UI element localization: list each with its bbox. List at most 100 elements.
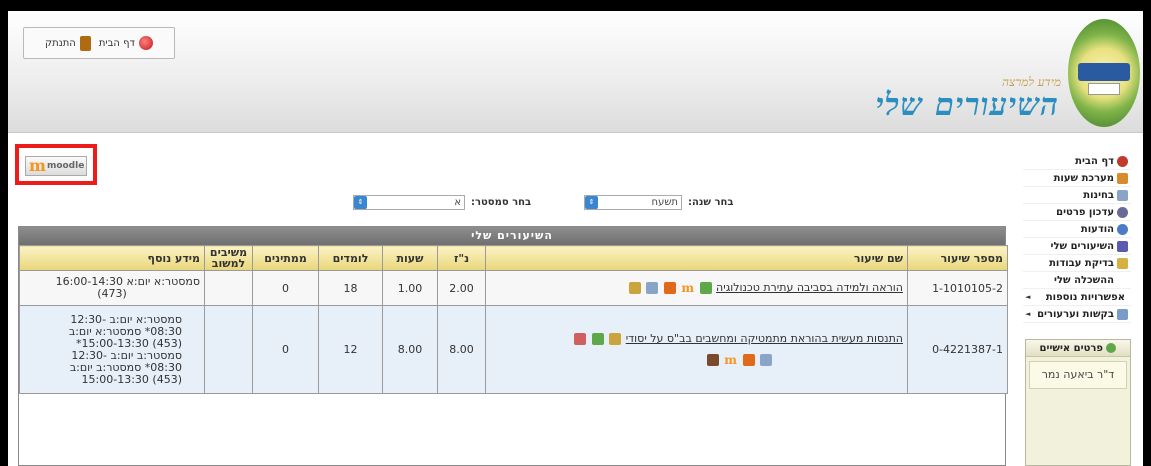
extra-line: סמסטר:ב יום:ב -12:30: [71, 348, 182, 362]
logo-band: [1078, 63, 1130, 81]
courses-table: מספר שיעור שם שיעור נ"ז שעות לומדים ממתי…: [19, 245, 1008, 394]
moodle-button[interactable]: m moodle: [25, 156, 87, 176]
extra-line: 08:30* סמסטר:ב יום:ב: [69, 360, 182, 374]
sidebar-item-requests[interactable]: בקשות וערעורים ◄: [1023, 306, 1131, 323]
extra-line: 08:30* סמסטר:א יום:ב: [68, 324, 182, 338]
col-respondents[interactable]: משיבים למשוב: [204, 245, 253, 271]
courses-panel: השיעורים שלי מספר שיעור שם שיעור נ"ז שעו…: [18, 226, 1008, 466]
page-header: דף הבית התנתק מידע למרצה השיעורים שלי: [8, 11, 1143, 133]
birds-feedback-icon[interactable]: [646, 282, 659, 294]
courses-icon: [1117, 240, 1128, 252]
col-students[interactable]: לומדים: [318, 245, 383, 271]
col-name[interactable]: שם שיעור: [485, 245, 908, 271]
remove-material-icon[interactable]: [574, 333, 587, 345]
cell-students: 18: [318, 270, 383, 306]
document-icon[interactable]: [628, 282, 641, 294]
semester-select-value: א: [454, 197, 461, 208]
sidebar-item-exams[interactable]: בחינות: [1023, 187, 1131, 204]
cell-name: התנסות מעשית בהוראת מתמטיקה ומחשבים בב"ס…: [485, 305, 908, 394]
app-window: דף הבית התנתק מידע למרצה השיעורים שלי m …: [8, 11, 1143, 466]
expand-arrow-icon: ◄: [1025, 310, 1031, 318]
col-credits[interactable]: נ"ז: [437, 245, 486, 271]
sidebar-item-label: אפשרויות נוספות: [1045, 291, 1125, 303]
college-logo: [1068, 19, 1140, 127]
sidebar-item-update-details[interactable]: עדכון פרטים: [1023, 204, 1131, 221]
moodle-label: moodle: [46, 161, 85, 171]
cell-number: 0-4221387-1: [907, 305, 1008, 394]
course-link[interactable]: התנסות מעשית בהוראת מתמטיקה ומחשבים בב"ס…: [626, 332, 903, 345]
cell-credits: 2.00: [437, 270, 486, 306]
table-row: 0-4221387-1 התנסות מעשית בהוראת מתמטיקה …: [19, 305, 1008, 394]
table-row: 1-1010105-2 הוראה ולמידה בסביבה עתירת טכ…: [19, 270, 1008, 306]
sidebar-item-messages[interactable]: הודעות: [1023, 221, 1131, 238]
cell-students: 12: [318, 305, 383, 394]
logout-link[interactable]: התנתק: [45, 35, 91, 51]
sidebar-item-label: בחינות: [1083, 189, 1114, 201]
document-icon[interactable]: [609, 333, 622, 345]
sidebar-item-schedule[interactable]: מערכת שעות: [1023, 170, 1131, 187]
person-icon: [1106, 343, 1117, 353]
lecturer-name: ד"ר ביאעה נמר: [1029, 361, 1127, 389]
cell-extra: סמסטר:א יום:א 16:00-14:30 (473): [19, 270, 205, 306]
year-filter: בחר שנה: תשעח ⇕: [584, 195, 733, 210]
sidebar-item-label: ההשכלה שלי: [1054, 274, 1114, 286]
cell-hours: 8.00: [382, 305, 438, 394]
students-icon[interactable]: [742, 354, 755, 366]
notebook-icon[interactable]: [706, 354, 719, 366]
sidebar-item-home[interactable]: דף הבית: [1023, 153, 1131, 170]
sidebar-item-label: הודעות: [1080, 223, 1114, 235]
add-material-icon[interactable]: [591, 333, 604, 345]
cell-respondents: [204, 270, 253, 306]
students-icon[interactable]: [663, 282, 676, 294]
sidebar-item-my-courses[interactable]: השיעורים שלי: [1023, 238, 1131, 255]
moodle-icon: m: [29, 156, 46, 175]
col-waiting[interactable]: ממתינים: [252, 245, 319, 271]
extra-line: (453) 15:00-13:30*: [76, 336, 182, 350]
requests-icon: [1117, 308, 1128, 320]
sidebar-item-grading[interactable]: בדיקת עבודות: [1023, 255, 1131, 272]
cell-number: 1-1010105-2: [907, 270, 1008, 306]
sidebar-item-label: השיעורים שלי: [1050, 240, 1114, 252]
pencil-icon: [1117, 257, 1128, 269]
semester-filter: בחר סמסטר: א ⇕: [353, 195, 531, 210]
logout-link-label: התנתק: [45, 37, 76, 49]
col-hours[interactable]: שעות: [382, 245, 438, 271]
select-arrows-icon: ⇕: [585, 196, 598, 209]
year-select[interactable]: תשעח ⇕: [584, 195, 682, 210]
course-link[interactable]: הוראה ולמידה בסביבה עתירת טכנולוגיה: [716, 281, 903, 294]
table-header-row: מספר שיעור שם שיעור נ"ז שעות לומדים ממתי…: [19, 245, 1008, 271]
col-extra[interactable]: מידע נוסף: [19, 245, 205, 271]
moodle-course-icon[interactable]: m: [681, 281, 694, 295]
col-number[interactable]: מספר שיעור: [907, 245, 1008, 271]
home-link[interactable]: דף הבית: [99, 36, 153, 50]
logo-book-icon: [1088, 83, 1120, 95]
birds-feedback-icon[interactable]: [760, 354, 772, 366]
semester-filter-label: בחר סמסטר:: [471, 197, 532, 208]
moodle-highlight: m moodle: [15, 144, 97, 185]
cell-name: הוראה ולמידה בסביבה עתירת טכנולוגיה m: [485, 270, 908, 306]
sidebar-nav: דף הבית מערכת שעות בחינות עדכון פרטים הו…: [1023, 153, 1131, 323]
personal-details-panel: פרטים אישיים ד"ר ביאעה נמר: [1025, 339, 1131, 466]
extra-line: (453) 15:00-13:30: [81, 372, 182, 386]
top-links-bar: דף הבית התנתק: [23, 27, 175, 59]
personal-details-title: פרטים אישיים: [1026, 340, 1130, 357]
cell-hours: 1.00: [382, 270, 438, 306]
page-title: השיעורים שלי: [875, 87, 1059, 123]
courses-table-title: השיעורים שלי: [19, 227, 1005, 245]
add-material-icon[interactable]: [699, 282, 712, 294]
exams-icon: [1117, 189, 1128, 201]
sidebar-item-label: בקשות וערעורים: [1037, 308, 1114, 320]
sidebar-item-label: עדכון פרטים: [1056, 206, 1114, 218]
user-icon: [1117, 206, 1128, 218]
cell-waiting: 0: [252, 305, 319, 394]
cell-respondents: [204, 305, 253, 394]
year-filter-label: בחר שנה:: [688, 197, 734, 208]
sidebar-item-education[interactable]: ההשכלה שלי: [1023, 272, 1131, 289]
moodle-course-icon[interactable]: m: [724, 353, 737, 367]
sidebar-item-more-options[interactable]: אפשרויות נוספות ◄: [1023, 289, 1131, 306]
semester-select[interactable]: א ⇕: [353, 195, 465, 210]
logout-icon: [79, 35, 91, 51]
sidebar-item-label: מערכת שעות: [1053, 172, 1114, 184]
home-icon: [138, 36, 153, 50]
personal-details-label: פרטים אישיים: [1039, 343, 1103, 354]
